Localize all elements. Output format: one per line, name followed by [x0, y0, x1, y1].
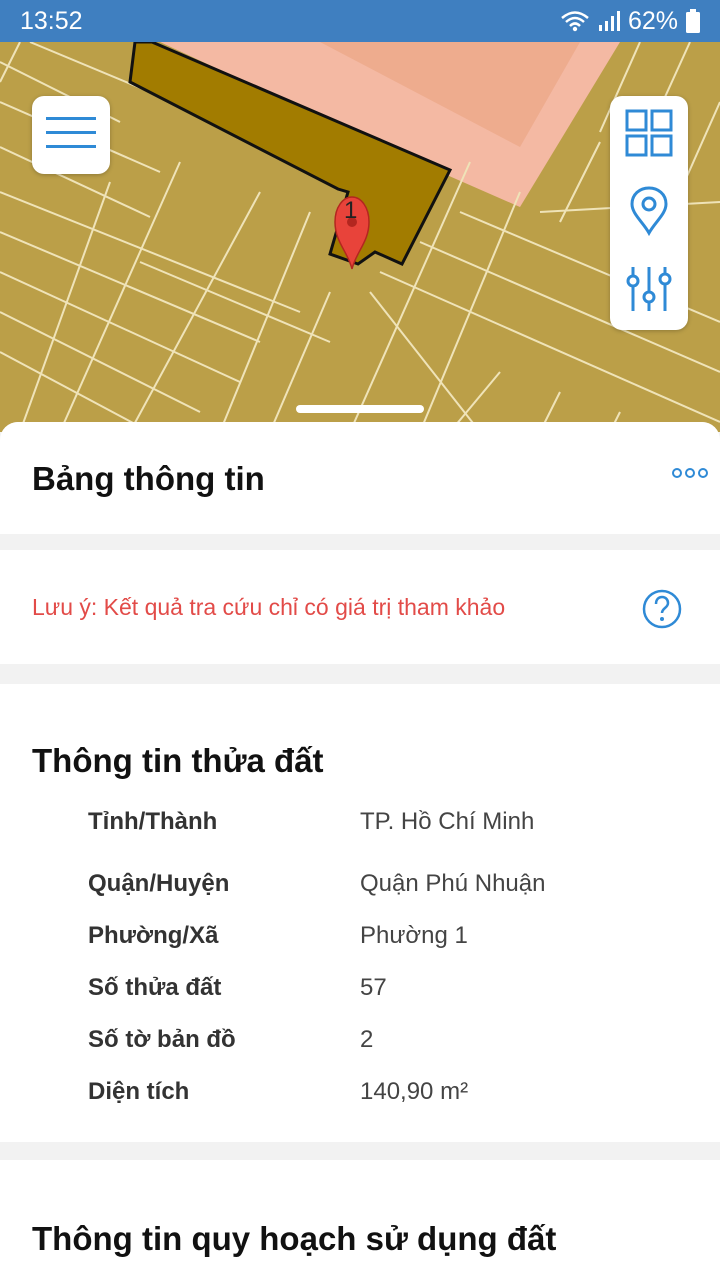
battery-text: 62% [627, 6, 678, 35]
info-value: 2 [360, 1026, 374, 1053]
info-value: Quận Phú Nhuận [360, 870, 546, 897]
map-tools [610, 96, 688, 330]
map-view[interactable]: 1 [0, 42, 720, 432]
signal-icon [598, 10, 620, 32]
sliders-icon [625, 265, 673, 318]
grid-icon [625, 109, 673, 162]
info-label: Số thửa đất [88, 974, 222, 1001]
info-label: Quận/Huyện [88, 870, 230, 897]
planning-info-card: Thông tin quy hoạch sử dụng đất [0, 1160, 720, 1280]
locate-button[interactable] [610, 175, 688, 251]
marker-label: 1 [344, 197, 358, 224]
info-label: Số tờ bản đồ [88, 1026, 236, 1053]
info-row-map-sheet: Số tờ bản đồ 2 [0, 1026, 720, 1066]
location-pin-icon [629, 185, 669, 241]
info-row-province: Tỉnh/Thành TP. Hồ Chí Minh [0, 808, 720, 848]
info-sheet: Bảng thông tin Lưu ý: Kết quả tra cứu ch… [0, 422, 720, 1280]
layers-button[interactable] [610, 97, 688, 173]
info-value: 140,90 m² [360, 1078, 469, 1105]
info-row-ward: Phường/Xã Phường 1 [0, 922, 720, 962]
status-bar: 13:52 62% [0, 0, 720, 42]
info-row-parcel-number: Số thửa đất 57 [0, 974, 720, 1014]
info-row-district: Quận/Huyện Quận Phú Nhuận [0, 870, 720, 910]
menu-button[interactable] [32, 96, 110, 174]
disclaimer-text: Lưu ý: Kết quả tra cứu chỉ có giá trị th… [32, 594, 506, 620]
status-time: 13:52 [20, 6, 83, 35]
sheet-header: Bảng thông tin [0, 422, 720, 534]
info-row-area: Diện tích 140,90 m² [0, 1078, 720, 1118]
info-value: Phường 1 [360, 922, 468, 949]
info-label: Phường/Xã [88, 922, 219, 949]
sheet-drag-handle[interactable] [296, 405, 424, 413]
more-options-icon[interactable] [672, 466, 708, 485]
wifi-icon [560, 10, 590, 32]
sheet-title: Bảng thông tin [32, 460, 265, 497]
planning-info-title: Thông tin quy hoạch sử dụng đất [32, 1220, 557, 1257]
help-icon[interactable] [641, 588, 683, 635]
parcel-info-card: Thông tin thửa đất Tỉnh/Thành TP. Hồ Chí… [0, 684, 720, 1142]
info-value: 57 [360, 974, 387, 1001]
info-value: TP. Hồ Chí Minh [360, 808, 535, 835]
menu-icon [46, 115, 96, 156]
info-label: Tỉnh/Thành [88, 808, 218, 835]
disclaimer-card: Lưu ý: Kết quả tra cứu chỉ có giá trị th… [0, 550, 720, 664]
status-indicators: 62% [560, 7, 700, 36]
battery-icon [686, 9, 700, 33]
info-label: Diện tích [88, 1078, 190, 1105]
filter-button[interactable] [610, 253, 688, 329]
parcel-info-title: Thông tin thửa đất [32, 742, 324, 779]
